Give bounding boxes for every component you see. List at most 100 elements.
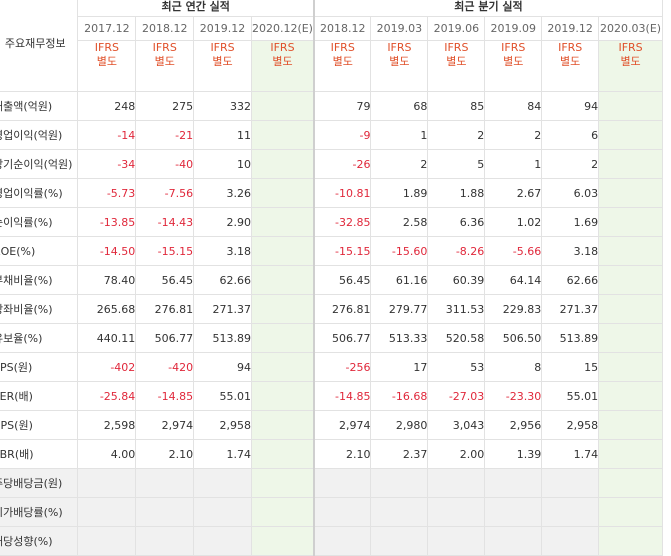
- value-cell: 1.39: [484, 439, 543, 469]
- value-cell: [193, 468, 252, 498]
- value-cell: -16.68: [370, 381, 429, 411]
- value-cell: 265.68: [77, 294, 137, 324]
- value-cell: [598, 91, 663, 121]
- row-label: 매출액(억원): [0, 91, 79, 121]
- value-cell: [135, 526, 195, 556]
- value-cell: [598, 207, 663, 237]
- ifrs-basis: 별도: [389, 55, 410, 68]
- value-cell: [77, 526, 137, 556]
- value-cell: -27.03: [427, 381, 486, 411]
- ifrs-label: IFRS 별도: [427, 40, 486, 92]
- period-header: 2018.12: [312, 16, 372, 41]
- value-cell: 85: [427, 91, 486, 121]
- value-cell: [250, 265, 315, 295]
- value-cell: 2,974: [135, 410, 195, 440]
- ifrs-basis: 별도: [620, 55, 641, 68]
- value-cell: 62.66: [541, 265, 600, 295]
- value-cell: 1.69: [541, 207, 600, 237]
- ifrs-label: IFRS 별도: [250, 40, 315, 92]
- value-cell: [250, 178, 315, 208]
- value-cell: [250, 352, 315, 382]
- ifrs-standard: IFRS: [618, 41, 643, 55]
- table-row: EPS(원)-402-42094 -2561753815: [0, 352, 663, 382]
- value-cell: 2.67: [484, 178, 543, 208]
- period-header: 2019.03: [370, 16, 429, 41]
- period-header-row: 2017.12 2018.12 2019.12 2020.12(E) 2018.12 20…: [0, 16, 663, 41]
- ifrs-basis: 별도: [272, 55, 293, 68]
- ifrs-label: IFRS 별도: [370, 40, 429, 92]
- value-cell: 94: [193, 352, 252, 382]
- value-cell: 4.00: [77, 439, 137, 469]
- value-cell: [598, 439, 663, 469]
- value-cell: -15.15: [312, 236, 372, 266]
- value-cell: -14.85: [135, 381, 195, 411]
- row-label: 순이익률(%): [0, 207, 79, 237]
- value-cell: 61.16: [370, 265, 429, 295]
- ifrs-basis: 별도: [212, 55, 233, 68]
- ifrs-basis: 별도: [560, 55, 581, 68]
- value-cell: 56.45: [312, 265, 372, 295]
- value-cell: -15.15: [135, 236, 195, 266]
- value-cell: [598, 526, 663, 556]
- row-label: 시가배당률(%): [0, 497, 79, 527]
- value-cell: -10.81: [312, 178, 372, 208]
- value-cell: [541, 526, 600, 556]
- ifrs-basis: 별도: [96, 55, 117, 68]
- value-cell: -14: [77, 120, 137, 150]
- value-cell: 2.58: [370, 207, 429, 237]
- value-cell: 2: [484, 120, 543, 150]
- value-cell: 64.14: [484, 265, 543, 295]
- row-label: 당기순이익(억원): [0, 149, 79, 179]
- value-cell: -40: [135, 149, 195, 179]
- value-cell: [250, 294, 315, 324]
- value-cell: 10: [193, 149, 252, 179]
- period-header: 2017.12: [77, 16, 137, 41]
- value-cell: 1: [484, 149, 543, 179]
- value-cell: 79: [312, 91, 372, 121]
- value-cell: -8.26: [427, 236, 486, 266]
- value-cell: [370, 468, 429, 498]
- value-cell: 8: [484, 352, 543, 382]
- value-cell: 3.18: [541, 236, 600, 266]
- value-cell: [250, 497, 315, 527]
- value-cell: 6.36: [427, 207, 486, 237]
- row-label: 배당성향(%): [0, 526, 79, 556]
- value-cell: -256: [312, 352, 372, 382]
- ifrs-standard: IFRS: [94, 41, 119, 55]
- value-cell: 2,974: [312, 410, 372, 440]
- row-label: 부채비율(%): [0, 265, 79, 295]
- table-row: ROE(%)-14.50-15.153.18-15.15-15.60-8.26-…: [0, 236, 663, 266]
- value-cell: 17: [370, 352, 429, 382]
- value-cell: [541, 468, 600, 498]
- value-cell: 55.01: [541, 381, 600, 411]
- period-header: 2019.09: [484, 16, 543, 41]
- value-cell: -14.43: [135, 207, 195, 237]
- value-cell: 6.03: [541, 178, 600, 208]
- value-cell: 271.37: [193, 294, 252, 324]
- value-cell: 2,958: [541, 410, 600, 440]
- ifrs-label: IFRS 별도: [598, 40, 663, 92]
- value-cell: 94: [541, 91, 600, 121]
- ifrs-basis: 별도: [154, 55, 175, 68]
- value-cell: 276.81: [312, 294, 372, 324]
- value-cell: 1.74: [193, 439, 252, 469]
- table-row: 부채비율(%)78.4056.4562.6656.4561.1660.3964.…: [0, 265, 663, 295]
- value-cell: [250, 149, 315, 179]
- table-row: 매출액(억원)248275332 7968858494: [0, 91, 663, 121]
- value-cell: [250, 381, 315, 411]
- value-cell: [250, 410, 315, 440]
- value-cell: 78.40: [77, 265, 137, 295]
- period-header: 2019.12: [541, 16, 600, 41]
- ifrs-standard: IFRS: [558, 41, 583, 55]
- value-cell: [135, 468, 195, 498]
- value-cell: 1.89: [370, 178, 429, 208]
- value-cell: [250, 207, 315, 237]
- ifrs-standard: IFRS: [444, 41, 469, 55]
- value-cell: 56.45: [135, 265, 195, 295]
- value-cell: -7.56: [135, 178, 195, 208]
- table-row: 주당배당금(원): [0, 468, 663, 498]
- value-cell: [427, 468, 486, 498]
- value-cell: 11: [193, 120, 252, 150]
- table-row: 당기순이익(억원) -34 -40 10 -26 2 5 1 2: [0, 149, 663, 179]
- ifrs-standard: IFRS: [501, 41, 526, 55]
